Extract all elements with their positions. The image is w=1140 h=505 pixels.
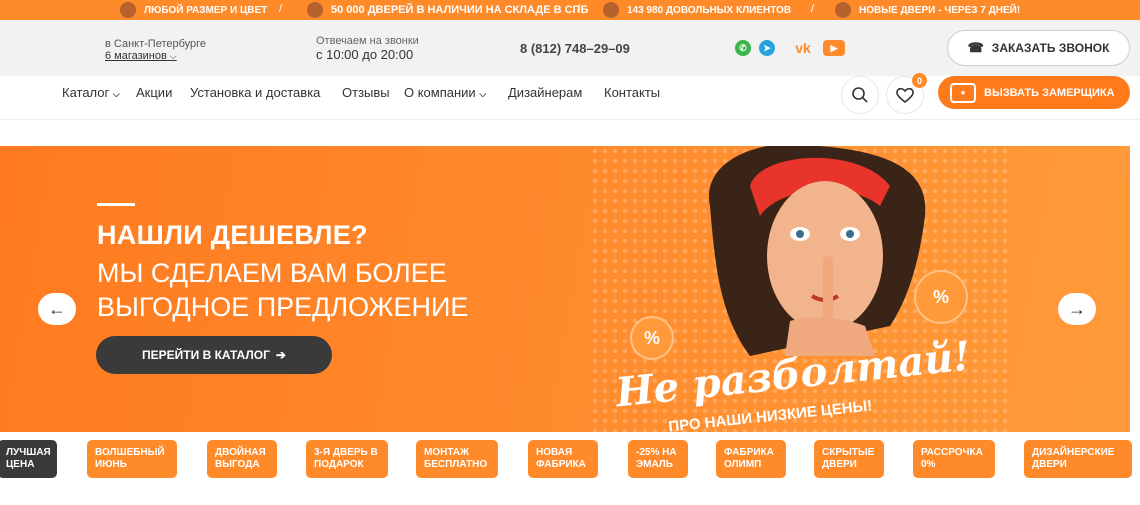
promo-separator: / <box>811 3 815 15</box>
promo-text: 143 980 ДОВОЛЬНЫХ КЛИЕНТОВ <box>627 4 792 16</box>
nav-item-catalog[interactable]: Каталог ⌵ <box>62 85 120 100</box>
promo-dot-icon <box>835 2 851 18</box>
chevron-down-icon: ⌵ <box>479 89 487 99</box>
nav-item-contacts[interactable]: Контакты <box>604 85 660 100</box>
next-slide-button[interactable]: → <box>1058 293 1096 325</box>
promo-item: 50 000 ДВЕРЕЙ В НАЛИЧИИ НА СКЛАДЕ В СПБ <box>307 2 588 18</box>
hours-value: с 10:00 до 20:00 <box>316 47 414 62</box>
call-measurer-button[interactable]: ● ВЫЗВАТЬ ЗАМЕРЩИКА <box>938 76 1130 109</box>
nav-item-install[interactable]: Установка и доставка <box>190 85 320 100</box>
tile-magic-june[interactable]: ВОЛШЕБНЫЙ ИЮНЬ <box>87 440 177 478</box>
woman-illustration <box>709 146 926 356</box>
stores-dropdown[interactable]: 6 магазинов ⌵ <box>105 50 177 62</box>
banner-heading: НАШЛИ ДЕШЕВЛЕ? <box>97 220 368 250</box>
promo-dot-icon <box>603 2 619 18</box>
chevron-down-icon: ⌵ <box>112 89 120 99</box>
tile-double-benefit[interactable]: ДВОЙНАЯ ВЫГОДА <box>207 440 277 478</box>
vk-icon[interactable]: vk <box>791 40 815 56</box>
favorites-count-badge: 0 <box>912 73 927 88</box>
tile-new-factory[interactable]: НОВАЯ ФАБРИКА <box>528 440 598 478</box>
nav-item-about[interactable]: О компании ⌵ <box>404 85 486 100</box>
slide-accent-line <box>97 203 135 206</box>
tile-best-price[interactable]: ЛУЧШАЯ ЦЕНА <box>0 440 57 478</box>
main-nav: Каталог ⌵ Акции Установка и доставка Отз… <box>0 73 1140 120</box>
nav-item-label: О компании <box>404 85 476 100</box>
cta-label: ПЕРЕЙТИ В КАТАЛОГ <box>142 348 270 362</box>
promo-item: 143 980 ДОВОЛЬНЫХ КЛИЕНТОВ <box>603 2 791 18</box>
phone-link[interactable]: 8 (812) 748–29–09 <box>520 41 630 56</box>
promo-dot-icon <box>120 2 136 18</box>
city-label: в Санкт-Петербурге <box>105 38 207 50</box>
promo-separator: / <box>279 3 283 15</box>
promo-dot-icon <box>307 2 323 18</box>
promo-text: НОВЫЕ ДВЕРИ - ЧЕРЕЗ 7 ДНЕЙ! <box>859 4 1021 16</box>
whatsapp-icon[interactable]: ✆ <box>735 40 751 56</box>
hero-banner[interactable]: НАШЛИ ДЕШЕВЛЕ? МЫ СДЕЛАЕМ ВАМ БОЛЕЕ ВЫГО… <box>0 146 1130 432</box>
nav-item-sales[interactable]: Акции <box>136 85 172 100</box>
go-to-catalog-button[interactable]: ПЕРЕЙТИ В КАТАЛОГ ➔ <box>96 336 332 374</box>
search-icon <box>852 87 868 103</box>
arrow-left-icon: ← <box>48 298 66 319</box>
order-call-label: ЗАКАЗАТЬ ЗВОНОК <box>991 41 1110 55</box>
youtube-icon[interactable]: ▶ <box>823 40 845 56</box>
nav-item-label: Каталог <box>62 85 110 100</box>
tile-free-install[interactable]: МОНТАЖ БЕСПЛАТНО <box>416 440 498 478</box>
nav-item-designers[interactable]: Дизайнерам <box>508 85 582 100</box>
tile-installment[interactable]: РАССРОЧКА 0% <box>913 440 995 478</box>
promo-text: ЛЮБОЙ РАЗМЕР И ЦВЕТ <box>144 4 268 16</box>
percent-badge-icon: % <box>914 270 968 324</box>
heart-icon <box>896 87 914 104</box>
promo-strip: ЛЮБОЙ РАЗМЕР И ЦВЕТ / 50 000 ДВЕРЕЙ В НА… <box>0 0 1140 20</box>
tile-third-door-gift[interactable]: 3-Я ДВЕРЬ В ПОДАРОК <box>306 440 388 478</box>
order-call-button[interactable]: ☎ ЗАКАЗАТЬ ЗВОНОК <box>947 30 1130 66</box>
stores-label: 6 магазинов <box>105 50 167 62</box>
arrow-right-icon: ➔ <box>275 348 286 362</box>
contact-bar: в Санкт-Петербурге 6 магазинов ⌵ Отвечае… <box>0 20 1140 76</box>
tile-designer-doors[interactable]: ДИЗАЙНЕРСКИЕ ДВЕРИ <box>1024 440 1132 478</box>
tile-olimp-factory[interactable]: ФАБРИКА ОЛИМП <box>716 440 786 478</box>
banner-subheading: МЫ СДЕЛАЕМ ВАМ БОЛЕЕ ВЫГОДНОЕ ПРЕДЛОЖЕНИ… <box>97 258 469 322</box>
chevron-down-icon: ⌵ <box>169 51 177 61</box>
promo-item: ЛЮБОЙ РАЗМЕР И ЦВЕТ <box>120 2 267 18</box>
arrow-right-icon: → <box>1068 298 1086 319</box>
category-tiles: ЛУЧШАЯ ЦЕНА ВОЛШЕБНЫЙ ИЮНЬ ДВОЙНАЯ ВЫГОД… <box>0 440 1140 478</box>
telegram-icon[interactable]: ➤ <box>759 40 775 56</box>
promo-item: НОВЫЕ ДВЕРИ - ЧЕРЕЗ 7 ДНЕЙ! <box>835 2 1020 18</box>
tile-enamel-discount[interactable]: -25% НА ЭМАЛЬ <box>628 440 688 478</box>
nav-item-reviews[interactable]: Отзывы <box>342 85 390 100</box>
hours-label: Отвечаем на звонки <box>316 35 419 47</box>
promo-separator: / <box>577 3 581 15</box>
tape-measure-icon: ● <box>950 82 976 103</box>
prev-slide-button[interactable]: ← <box>38 293 76 325</box>
call-measurer-label: ВЫЗВАТЬ ЗАМЕРЩИКА <box>984 86 1115 99</box>
percent-badge-icon: % <box>630 316 674 360</box>
search-button[interactable] <box>841 76 879 114</box>
phone-icon: ☎ <box>967 40 984 55</box>
tile-hidden-doors[interactable]: СКРЫТЫЕ ДВЕРИ <box>814 440 884 478</box>
promo-text: 50 000 ДВЕРЕЙ В НАЛИЧИИ НА СКЛАДЕ В СПБ <box>331 4 589 16</box>
